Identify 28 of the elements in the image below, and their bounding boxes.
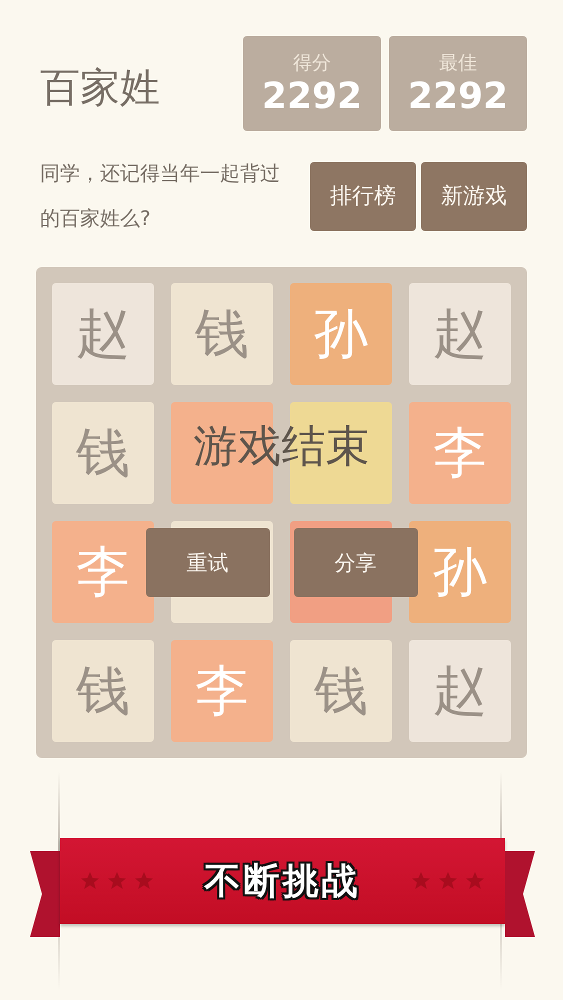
game-title: 百家姓 <box>40 64 160 113</box>
tile: 赵 <box>409 283 511 385</box>
intro-text: 同学，还记得当年一起背过的百家姓么? <box>40 160 281 232</box>
tile: 李 <box>52 521 154 623</box>
tile: 孙 <box>290 283 392 385</box>
overlay-button[interactable]: 分享 <box>294 528 418 597</box>
stars-icon <box>411 871 485 891</box>
ribbon-tail-icon <box>505 851 535 937</box>
tile: 钱 <box>52 402 154 504</box>
ribbon-tail-icon <box>30 851 60 937</box>
tile: 孙 <box>409 521 511 623</box>
tile: 李 <box>409 402 511 504</box>
menu-button[interactable]: 新游戏 <box>421 162 527 230</box>
tile: 李 <box>171 640 273 742</box>
score-label: 最佳 <box>439 51 477 76</box>
score-label: 得分 <box>293 51 331 76</box>
menu-button[interactable]: 排行榜 <box>310 162 416 230</box>
game-over-message: 游戏结束 <box>194 420 370 474</box>
banner-text: 不断挑战 <box>204 860 360 904</box>
tile: 赵 <box>52 283 154 385</box>
score-value: 2292 <box>262 76 362 117</box>
tile: 钱 <box>290 640 392 742</box>
tile: 赵 <box>409 640 511 742</box>
score-value: 2292 <box>408 76 508 117</box>
stars-icon <box>80 871 154 891</box>
overlay-button[interactable]: 重试 <box>146 528 270 597</box>
tile: 钱 <box>171 283 273 385</box>
tile: 钱 <box>52 640 154 742</box>
